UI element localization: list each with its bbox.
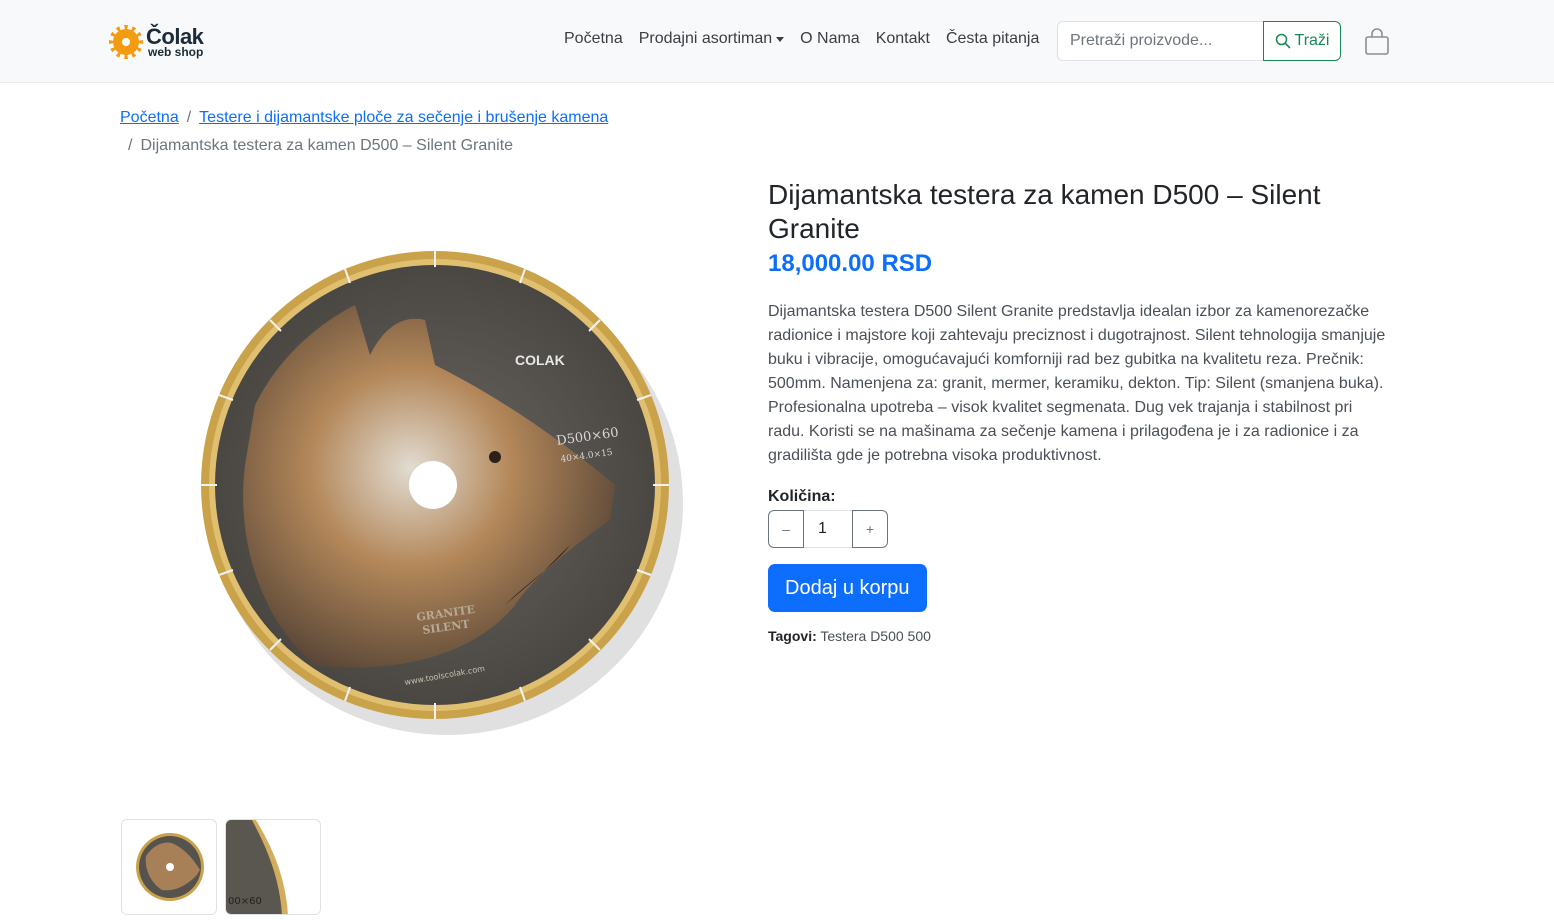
brand-logo-link[interactable]: Čolak web shop: [108, 24, 204, 60]
quantity-decrease-button[interactable]: –: [768, 510, 804, 548]
blade-brand-text: COLAK: [515, 352, 565, 368]
product-price: 18,000.00 RSD: [768, 250, 933, 277]
nav-item-products-dropdown[interactable]: Prodajni asortiman: [631, 30, 792, 48]
search-button-label: Traži: [1294, 32, 1330, 49]
nav-item-about[interactable]: O Nama: [792, 30, 868, 48]
breadcrumb-current: Dijamantska testera za kamen D500 – Sile…: [140, 137, 514, 154]
product-thumbnails: 00×60: [121, 819, 321, 915]
tags-value[interactable]: Testera D500 500: [820, 628, 931, 644]
quantity-increase-button[interactable]: +: [852, 510, 888, 548]
product-tags: Tagovi: Testera D500 500: [768, 628, 1390, 644]
search-button[interactable]: Traži: [1263, 21, 1341, 61]
thumbnail-1[interactable]: [121, 819, 217, 915]
thumbnail-size-text: 00×60: [228, 896, 262, 907]
product-main-image[interactable]: COLAK D500×60 40×4.0×15 GRANITE SILENT w…: [195, 245, 685, 735]
saw-blade-logo-icon: [109, 25, 143, 59]
nav-item-label: O Nama: [800, 30, 860, 47]
product-info: Dijamantska testera za kamen D500 – Sile…: [768, 178, 1390, 644]
breadcrumb-separator: /: [186, 109, 192, 126]
caret-down-icon: [776, 37, 785, 42]
breadcrumb-separator: /: [128, 137, 133, 154]
thumbnail-2[interactable]: 00×60: [225, 819, 321, 915]
thumbnail-blade-image: [136, 833, 204, 901]
nav-item-contact[interactable]: Kontakt: [868, 30, 938, 48]
search-icon: [1275, 33, 1290, 49]
breadcrumb: Početna / Testere i dijamantske ploče za s…: [120, 104, 640, 160]
nav-item-label: Kontakt: [875, 30, 930, 47]
tags-label: Tagovi:: [768, 628, 817, 644]
thumbnail-blade-closeup-image: 00×60: [226, 820, 288, 914]
breadcrumb-home-link[interactable]: Početna: [120, 109, 179, 126]
brand-subtitle: web shop: [148, 45, 204, 59]
product-title: Dijamantska testera za kamen D500 – Sile…: [768, 179, 1321, 244]
shopping-bag-icon[interactable]: [1364, 28, 1390, 56]
product-description: Dijamantska testera D500 Silent Granite …: [768, 303, 1386, 464]
quantity-label: Količina:: [768, 488, 836, 505]
breadcrumb-category-link[interactable]: Testere i dijamantske ploče za sečenje i…: [199, 109, 608, 126]
search-input[interactable]: [1057, 21, 1263, 61]
quantity-stepper: – +: [768, 510, 1390, 548]
navbar: Čolak web shop Početna Prodajni asortima…: [0, 0, 1554, 83]
add-to-cart-button[interactable]: Dodaj u korpu: [768, 564, 927, 612]
search-form: Traži: [1057, 21, 1341, 61]
nav-item-label: Prodajni asortiman: [638, 30, 773, 47]
nav-item-home[interactable]: Početna: [556, 30, 631, 48]
nav-item-faq[interactable]: Česta pitanja: [938, 30, 1047, 48]
quantity-input[interactable]: [804, 510, 852, 548]
nav-item-label: Česta pitanja: [945, 30, 1040, 47]
nav-item-label: Početna: [564, 30, 623, 47]
main-nav: Početna Prodajni asortiman O Nama Kontak…: [556, 30, 1047, 48]
